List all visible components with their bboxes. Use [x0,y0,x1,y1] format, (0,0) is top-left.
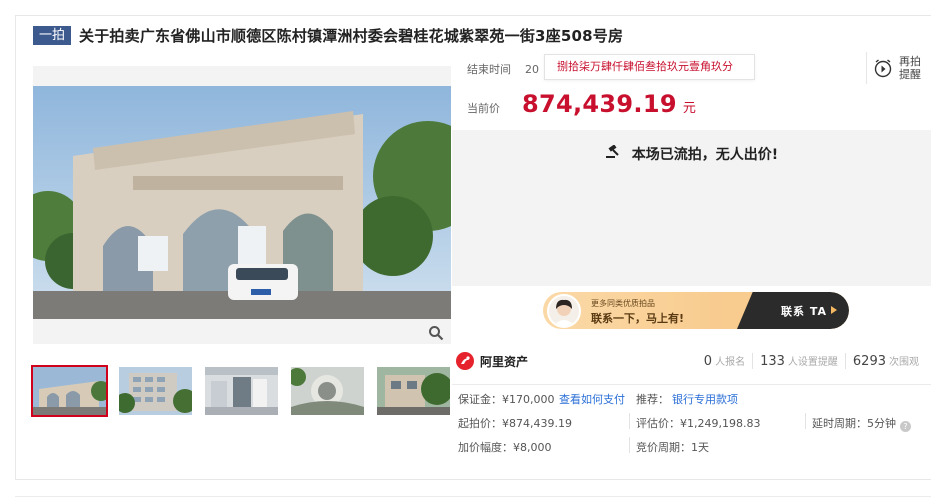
platform-stats-row: 阿里资产 0 人报名 133 人设置提醒 6293 次围观 [456,348,926,374]
thumbnail[interactable] [205,367,278,415]
thumbnail[interactable] [377,367,450,415]
stat-number: 133 [760,354,785,369]
contact-cta[interactable]: 联系 TA [781,303,827,319]
stat-reminders: 133 人设置提醒 [752,353,845,369]
main-photo[interactable] [33,66,451,344]
details-row-increment: 加价幅度：¥8,000 竞价周期：1天 [452,433,931,457]
stat-label: 次围观 [889,357,919,368]
stats-group: 0 人报名 133 人设置提醒 6293 次围观 [697,353,926,369]
status-message: 本场已流拍，无人出价! [631,147,779,163]
end-time-row: 结束时间 20 [467,61,539,77]
divider [629,413,630,429]
platform-name: 阿里资产 [480,354,529,369]
details-row-deposit: 保证金：¥170,000 查看如何支付 推荐： 银行专用款项 [452,385,931,409]
current-price-row: 当前价 874,439.19 元 [467,90,696,118]
start-price: 起拍价：¥874,439.19 [458,417,572,430]
details-row-prices: 起拍价：¥874,439.19 评估价：¥1,249,198.83 延时周期：5… [452,409,931,433]
remind-button[interactable]: 再拍 提醒 [866,52,931,84]
stat-registered: 0 人报名 [697,353,752,369]
recommend-label: 推荐： [636,393,669,406]
stat-number: 6293 [852,354,886,369]
valuation: 评估价：¥1,249,198.83 [636,417,761,430]
remind-label-line1: 再拍 [899,55,921,68]
delay-period-group: 延时周期：5分钟? [812,415,911,432]
increment: 加价幅度：¥8,000 [458,441,552,454]
banner-subtitle: 更多同类优质拍品 [591,299,655,308]
bid-period: 竞价周期：1天 [636,441,709,454]
help-icon[interactable]: ? [900,421,911,432]
end-time-value: 20 [525,62,539,76]
divider [15,496,931,500]
current-price-unit: 元 [682,101,696,116]
gate-photo [33,86,451,319]
current-price-label: 当前价 [467,102,500,115]
remind-label-line2: 提醒 [899,68,921,81]
stat-label: 人报名 [715,357,746,368]
deposit: 保证金：¥170,000 [458,393,555,406]
price-in-words-tooltip: 捌拾柒万肆仟肆佰叁拾玖元壹角玖分 [544,54,755,80]
contact-banner[interactable]: 更多同类优质拍品 联系一下，马上有! 联系 TA [543,292,849,329]
zoom-icon[interactable] [428,325,444,341]
how-to-pay-link[interactable]: 查看如何支付 [559,391,625,407]
current-price-value: 874,439.19 [522,90,677,118]
thumbnail-strip [31,365,450,417]
auction-status-box: 本场已流拍，无人出价! [452,130,931,286]
gavel-icon [605,145,619,158]
round-tag: 一拍 [33,25,72,45]
clock-icon [874,59,892,78]
bank-payment-link[interactable]: 银行专用款项 [672,391,738,407]
stat-label: 人设置提醒 [787,357,838,368]
ali-asset-logo-icon [456,352,474,370]
platform-brand[interactable]: 阿里资产 [456,352,528,370]
banner-title: 联系一下，马上有! [591,312,685,325]
stat-views: 6293 次围观 [844,353,926,369]
thumbnail[interactable] [31,365,108,417]
divider [629,437,630,453]
agent-avatar [547,294,581,328]
end-time-label: 结束时间 [467,63,511,76]
thumbnail[interactable] [119,367,192,415]
auction-title-row: 一拍 关于拍卖广东省佛山市顺德区陈村镇潭洲村委会碧桂花城紫翠苑一街3座508号房 [33,25,623,45]
delay-period: 延时周期：5分钟 [812,417,896,430]
play-arrow-icon [831,306,837,314]
auction-title: 关于拍卖广东省佛山市顺德区陈村镇潭洲村委会碧桂花城紫翠苑一街3座508号房 [79,26,624,45]
stat-number: 0 [703,354,713,369]
auction-details: 保证金：¥170,000 查看如何支付 推荐： 银行专用款项 起拍价：¥874,… [452,384,931,457]
divider [805,413,806,429]
thumbnail[interactable] [291,367,364,415]
status-message-row: 本场已流拍，无人出价! [452,144,931,164]
